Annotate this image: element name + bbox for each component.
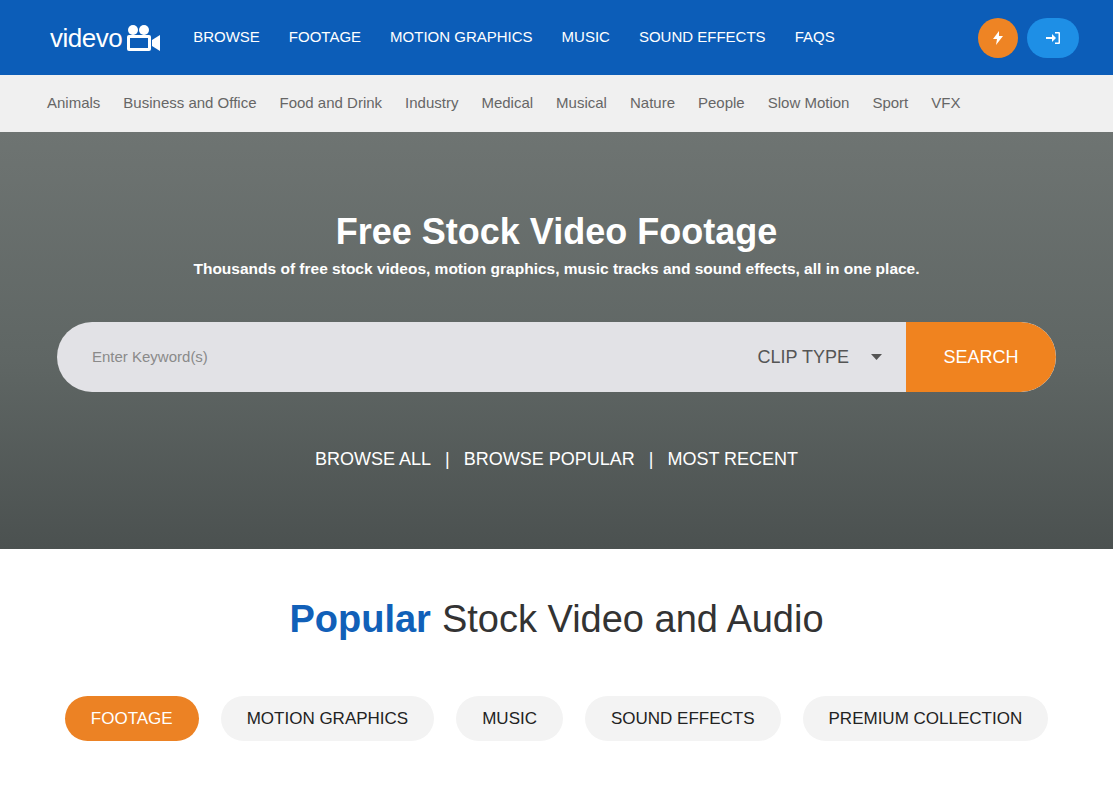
category-link[interactable]: Nature: [630, 92, 675, 115]
category-link[interactable]: Animals: [47, 92, 100, 115]
main-nav: BROWSE FOOTAGE MOTION GRAPHICS MUSIC SOUND E…: [193, 26, 978, 49]
nav-link[interactable]: FOOTAGE: [289, 26, 361, 49]
tab-label: SOUND EFFECTS: [611, 706, 755, 732]
category-link[interactable]: Musical: [556, 92, 607, 115]
tab[interactable]: FOOTAGE: [65, 696, 199, 741]
search-bar: CLIP TYPE SEARCH: [57, 322, 1056, 392]
tab-label: PREMIUM COLLECTION: [829, 706, 1023, 732]
lightning-icon: [993, 31, 1003, 45]
section-title: Popular Stock Video and Audio: [289, 597, 823, 641]
tab-bar: FOOTAGE MOTION GRAPHICS MUSIC SOUND EFFECTS…: [65, 696, 1048, 741]
category-link[interactable]: Medical: [481, 92, 533, 115]
separator: |: [445, 446, 450, 473]
hero-links: BROWSE ALL | BROWSE POPULAR | MOST RECENT: [315, 446, 798, 473]
hero-link[interactable]: BROWSE ALL: [315, 446, 431, 473]
nav-link[interactable]: SOUND EFFECTS: [639, 26, 766, 49]
hero-link[interactable]: MOST RECENT: [667, 446, 798, 473]
tab[interactable]: SOUND EFFECTS: [585, 696, 781, 741]
tab-label: MOTION GRAPHICS: [247, 706, 409, 732]
hero-subtitle: Thousands of free stock videos, motion g…: [193, 259, 919, 279]
logo[interactable]: videvo: [50, 23, 161, 53]
hero-title: Free Stock Video Footage: [336, 212, 777, 252]
category-link[interactable]: Slow Motion: [768, 92, 850, 115]
category-link[interactable]: People: [698, 92, 745, 115]
tab[interactable]: MUSIC: [456, 696, 563, 741]
tab[interactable]: MOTION GRAPHICS: [221, 696, 435, 741]
search-button[interactable]: SEARCH: [906, 322, 1056, 392]
tab-label: FOOTAGE: [91, 706, 173, 732]
clip-type-dropdown[interactable]: CLIP TYPE: [748, 322, 906, 392]
category-link[interactable]: Industry: [405, 92, 458, 115]
hero: Free Stock Video Footage Thousands of fr…: [0, 132, 1113, 549]
camera-icon: [125, 24, 161, 52]
header-actions: [978, 18, 1079, 58]
hero-link[interactable]: BROWSE POPULAR: [464, 446, 635, 473]
top-bar: videvo BROWSE FOOTAGE MOTION GRAPHICS MUSIC…: [0, 0, 1113, 75]
category-link[interactable]: Business and Office: [123, 92, 256, 115]
logo-text: videvo: [50, 23, 122, 53]
category-link[interactable]: Sport: [872, 92, 908, 115]
tab-label: MUSIC: [482, 706, 537, 732]
nav-link[interactable]: MOTION GRAPHICS: [390, 26, 533, 49]
category-bar: Animals Business and Office Food and Drink…: [0, 75, 1113, 132]
login-button[interactable]: [1027, 18, 1079, 58]
nav-link[interactable]: BROWSE: [193, 26, 260, 49]
nav-link[interactable]: FAQS: [795, 26, 835, 49]
nav-link[interactable]: MUSIC: [562, 26, 610, 49]
category-link[interactable]: Food and Drink: [280, 92, 383, 115]
sign-in-icon: [1046, 32, 1060, 44]
premium-button[interactable]: [978, 18, 1018, 58]
tab[interactable]: PREMIUM COLLECTION: [803, 696, 1049, 741]
caret-down-icon: [871, 354, 882, 360]
section-title-rest: Stock Video and Audio: [442, 597, 824, 641]
clip-type-label: CLIP TYPE: [758, 344, 849, 371]
category-link[interactable]: VFX: [931, 92, 960, 115]
separator: |: [649, 446, 654, 473]
section-title-highlight: Popular: [289, 597, 430, 641]
popular-section: Popular Stock Video and Audio FOOTAGE MOT…: [0, 549, 1113, 741]
search-input[interactable]: [57, 322, 748, 392]
